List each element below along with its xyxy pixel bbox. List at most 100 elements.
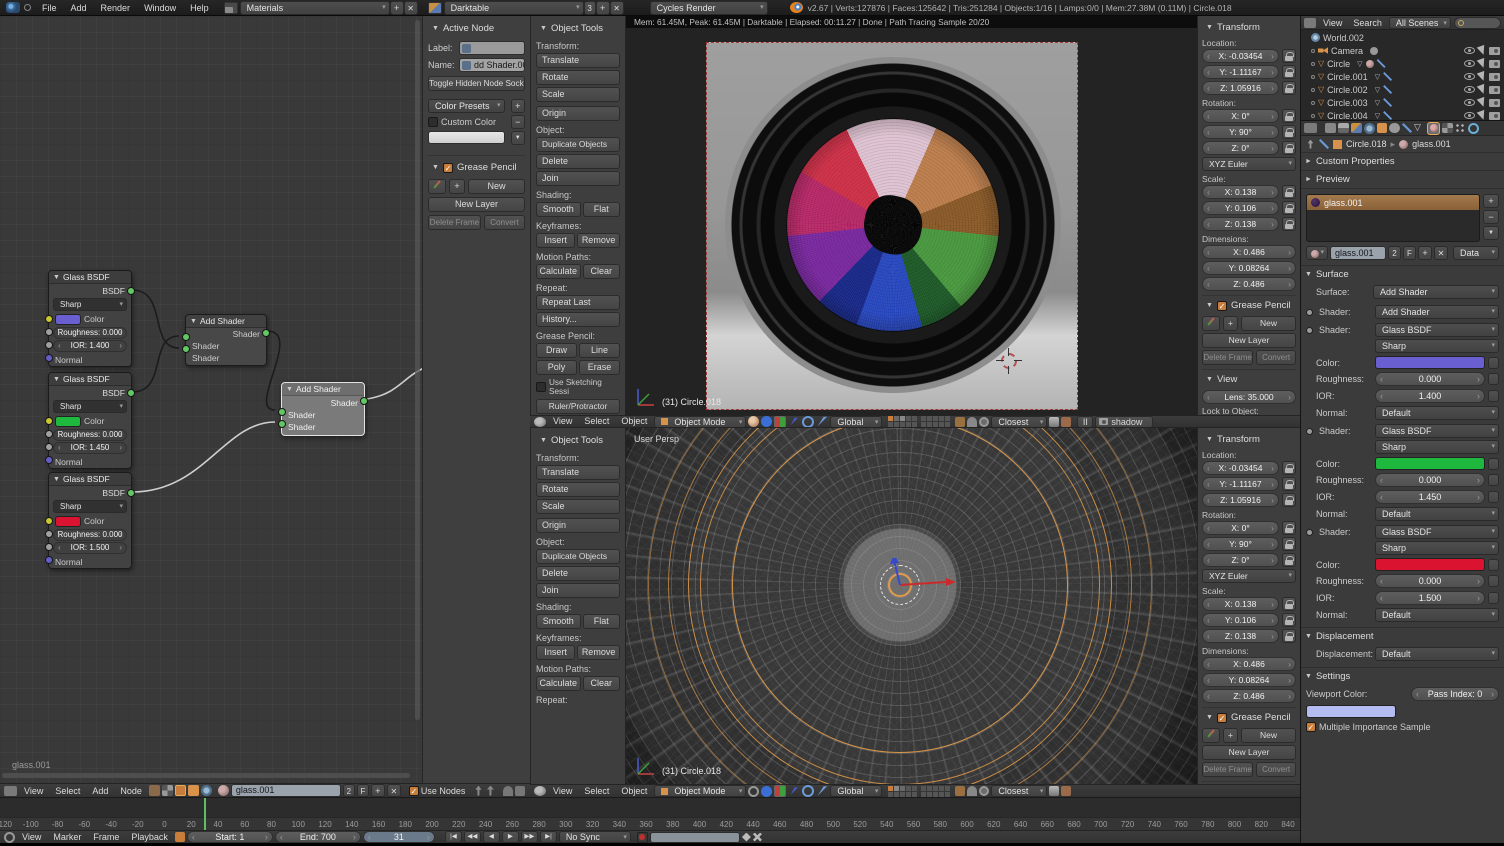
pencil-icon-button[interactable]: [1202, 728, 1220, 743]
material-browse-button[interactable]: [1306, 246, 1328, 260]
collapse-icon[interactable]: ▼: [53, 274, 60, 281]
input-socket-roughness[interactable]: [45, 328, 53, 336]
shader-type-icon[interactable]: [149, 785, 160, 796]
outliner-row-circle-002[interactable]: ▽ Circle.002 ▽: [1311, 83, 1502, 96]
eye-icon[interactable]: [1464, 73, 1475, 80]
input-socket-normal[interactable]: [45, 354, 53, 362]
ior-field[interactable]: IOR: 1.400: [53, 340, 127, 352]
tab-render-icon[interactable]: [1325, 123, 1336, 133]
tab-particles-icon[interactable]: [1455, 123, 1466, 133]
node-name-field[interactable]: dd Shader.001: [459, 58, 525, 72]
menu-file[interactable]: File: [35, 0, 64, 16]
lock-icon[interactable]: [1282, 521, 1296, 535]
shader-select[interactable]: Glass BSDF: [1375, 424, 1499, 438]
editor-type-icon[interactable]: [4, 786, 17, 796]
eye-icon[interactable]: [1464, 99, 1475, 106]
current-frame-marker[interactable]: [204, 798, 206, 830]
menu-view[interactable]: View: [548, 415, 577, 428]
node-glass-bsdf-2[interactable]: ▼Glass BSDF BSDF Sharp Color Roughness: …: [48, 372, 132, 469]
collapse-icon[interactable]: ▼: [53, 476, 60, 483]
viewport-shading-icon[interactable]: [748, 416, 759, 427]
proportional-edit-icon[interactable]: [979, 417, 989, 427]
node-color-field[interactable]: [428, 131, 505, 144]
fake-user-button[interactable]: F: [1403, 246, 1416, 260]
clear-paths-button[interactable]: Clear: [583, 264, 620, 279]
gp-new-layer-button[interactable]: New Layer: [1202, 333, 1296, 348]
viewport-wireframe[interactable]: User Persp (31) Circle.018: [626, 428, 1197, 784]
translate-button[interactable]: Translate: [536, 465, 620, 480]
selectable-icon[interactable]: [1477, 71, 1488, 82]
loc-y-field[interactable]: Y: -1.11167: [1202, 65, 1279, 79]
material-slot-active[interactable]: glass.001: [1307, 195, 1479, 210]
breadcrumb-material[interactable]: glass.001: [1412, 139, 1451, 149]
jump-to-end-button[interactable]: ▶|: [540, 831, 557, 843]
node-canvas[interactable]: ▼Glass BSDF BSDF Sharp Color Roughness: …: [0, 16, 422, 783]
scene-users-button[interactable]: 3: [584, 1, 596, 15]
duplicate-button[interactable]: Duplicate Objects: [536, 137, 620, 152]
pass-index-field[interactable]: Pass Index: 0: [1411, 687, 1499, 701]
dim-x-field[interactable]: X: 0.486: [1202, 657, 1296, 671]
panel-collapse-icon[interactable]: ▼: [432, 25, 439, 32]
normal-select[interactable]: Default: [1375, 406, 1499, 420]
gp-delete-frame-button[interactable]: Delete Frame: [428, 215, 481, 230]
scale-y-field[interactable]: Y: 0.106: [1202, 201, 1279, 215]
mode-select[interactable]: Object Mode: [654, 416, 746, 428]
play-button[interactable]: ▶: [502, 831, 519, 843]
scale-x-field[interactable]: X: 0.138: [1202, 597, 1279, 611]
menu-help[interactable]: Help: [183, 0, 216, 16]
panel-collapse-icon[interactable]: ►: [1305, 158, 1312, 165]
object-context-icon[interactable]: [188, 785, 199, 796]
start-frame-field[interactable]: Start: 1: [187, 831, 273, 843]
breadcrumb-object[interactable]: Circle.018: [1346, 139, 1387, 149]
collapse-icon[interactable]: ▼: [53, 376, 60, 383]
scale-x-field[interactable]: X: 0.138: [1202, 185, 1279, 199]
loc-x-field[interactable]: X: -0.03454: [1202, 49, 1279, 63]
rot-y-field[interactable]: Y: 90°: [1202, 537, 1279, 551]
grease-pencil-checkbox[interactable]: [1217, 301, 1227, 311]
snap-element-select[interactable]: Closest: [991, 785, 1047, 797]
menu-playback[interactable]: Playback: [126, 831, 173, 844]
renderable-icon[interactable]: [1489, 60, 1500, 68]
selectable-icon[interactable]: [1477, 110, 1488, 120]
lock-icon[interactable]: [1282, 201, 1296, 215]
dim-z-field[interactable]: Z: 0.486: [1202, 689, 1296, 703]
lock-icon[interactable]: [1282, 493, 1296, 507]
layout-close-button[interactable]: ✕: [404, 1, 418, 15]
dim-z-field[interactable]: Z: 0.486: [1202, 277, 1296, 291]
mis-checkbox[interactable]: [1306, 722, 1316, 732]
material-users-button[interactable]: 2: [343, 784, 355, 797]
search-input[interactable]: [1454, 17, 1501, 29]
panel-collapse-icon[interactable]: ▼: [1206, 714, 1213, 721]
panel-collapse-icon[interactable]: ▼: [1206, 376, 1213, 383]
menu-render[interactable]: Render: [94, 0, 138, 16]
fake-user-button[interactable]: F: [357, 784, 369, 797]
lock-icon[interactable]: [1282, 125, 1296, 139]
tab-physics-icon[interactable]: [1468, 123, 1479, 134]
sketch-session-checkbox[interactable]: [536, 382, 546, 392]
roughness-field[interactable]: Roughness: 0.000: [53, 529, 127, 541]
manipulator-move-icon[interactable]: [774, 785, 786, 797]
layers-grid[interactable]: [888, 786, 950, 797]
material-add-button[interactable]: +: [1418, 246, 1432, 260]
custom-properties-title[interactable]: Custom Properties: [1316, 156, 1395, 167]
editor-type-icon[interactable]: [534, 786, 546, 796]
calculate-paths-button[interactable]: Calculate: [536, 676, 581, 691]
menu-select[interactable]: Select: [50, 784, 85, 798]
snap-icon[interactable]: [503, 786, 513, 796]
panel-collapse-icon[interactable]: ▼: [1206, 436, 1213, 443]
gp-add-button[interactable]: +: [449, 179, 465, 194]
material-users-button[interactable]: 2: [1388, 246, 1401, 260]
rotation-mode-select[interactable]: XYZ Euler: [1202, 157, 1296, 171]
snap-magnet-icon[interactable]: [967, 786, 977, 796]
output-socket-bsdf[interactable]: [127, 287, 135, 295]
input-socket-shader-1[interactable]: [278, 408, 286, 416]
distribution-select[interactable]: Sharp: [1375, 339, 1499, 353]
material-name-field[interactable]: glass.001: [231, 784, 341, 797]
socket-default-button[interactable]: [1488, 575, 1499, 587]
timeline-ruler[interactable]: -120-100-80-60-40-2002040608010012014016…: [0, 817, 1300, 830]
flat-button[interactable]: Flat: [583, 202, 620, 217]
delete-button[interactable]: Delete: [536, 566, 620, 581]
roughness-field[interactable]: 0.000: [1375, 574, 1485, 588]
roughness-field[interactable]: 0.000: [1375, 372, 1485, 386]
rot-y-field[interactable]: Y: 90°: [1202, 125, 1279, 139]
